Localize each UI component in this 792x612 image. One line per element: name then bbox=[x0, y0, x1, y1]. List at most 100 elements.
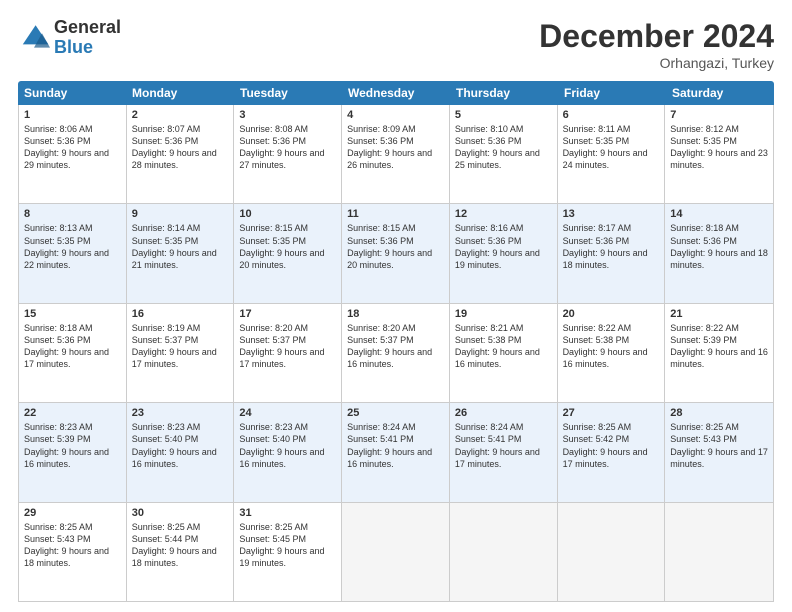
cell-info: Sunrise: 8:19 AM Sunset: 5:37 PM Dayligh… bbox=[132, 322, 229, 371]
cell-info: Sunrise: 8:08 AM Sunset: 5:36 PM Dayligh… bbox=[239, 123, 336, 172]
calendar-week: 1Sunrise: 8:06 AM Sunset: 5:36 PM Daylig… bbox=[19, 105, 773, 204]
day-number: 21 bbox=[670, 308, 768, 320]
day-number: 30 bbox=[132, 507, 229, 519]
calendar-cell bbox=[665, 503, 773, 601]
cell-info: Sunrise: 8:10 AM Sunset: 5:36 PM Dayligh… bbox=[455, 123, 552, 172]
day-number: 31 bbox=[239, 507, 336, 519]
calendar-cell: 14 Sunrise: 8:18 AM Sunset: 5:36 PM Dayli… bbox=[665, 204, 773, 302]
day-number: 26 bbox=[455, 407, 552, 419]
calendar-cell: 15 Sunrise: 8:18 AM Sunset: 5:36 PM Dayli… bbox=[19, 304, 127, 402]
logo-blue: Blue bbox=[54, 38, 121, 58]
day-number: 14 bbox=[670, 208, 768, 220]
title-block: December 2024 Orhangazi, Turkey bbox=[539, 18, 774, 71]
day-number: 2 bbox=[132, 109, 229, 121]
calendar-cell: 26 Sunrise: 8:24 AM Sunset: 5:41 PM Dayli… bbox=[450, 403, 558, 501]
calendar-header-cell: Saturday bbox=[666, 81, 774, 105]
header: General Blue December 2024 Orhangazi, Tu… bbox=[18, 18, 774, 71]
calendar-cell: 2 Sunrise: 8:07 AM Sunset: 5:36 PM Daylig… bbox=[127, 105, 235, 203]
logo: General Blue bbox=[18, 18, 121, 58]
calendar-body: 1Sunrise: 8:06 AM Sunset: 5:36 PM Daylig… bbox=[18, 105, 774, 602]
calendar-cell: 6 Sunrise: 8:11 AM Sunset: 5:35 PM Daylig… bbox=[558, 105, 666, 203]
calendar-cell: 3 Sunrise: 8:08 AM Sunset: 5:36 PM Daylig… bbox=[234, 105, 342, 203]
day-number: 5 bbox=[455, 109, 552, 121]
page: General Blue December 2024 Orhangazi, Tu… bbox=[0, 0, 792, 612]
day-number: 22 bbox=[24, 407, 121, 419]
calendar-cell: 20Sunrise: 8:22 AM Sunset: 5:38 PM Dayli… bbox=[558, 304, 666, 402]
calendar-cell: 28 Sunrise: 8:25 AM Sunset: 5:43 PM Dayli… bbox=[665, 403, 773, 501]
calendar-cell: 27Sunrise: 8:25 AM Sunset: 5:42 PM Dayli… bbox=[558, 403, 666, 501]
main-title: December 2024 bbox=[539, 18, 774, 55]
calendar-header-cell: Tuesday bbox=[234, 81, 342, 105]
day-number: 13 bbox=[563, 208, 660, 220]
calendar-week: 15 Sunrise: 8:18 AM Sunset: 5:36 PM Dayli… bbox=[19, 304, 773, 403]
cell-info: Sunrise: 8:23 AM Sunset: 5:40 PM Dayligh… bbox=[239, 421, 336, 470]
calendar-header-cell: Sunday bbox=[18, 81, 126, 105]
cell-info: Sunrise: 8:24 AM Sunset: 5:41 PM Dayligh… bbox=[455, 421, 552, 470]
calendar-header-cell: Monday bbox=[126, 81, 234, 105]
subtitle: Orhangazi, Turkey bbox=[539, 55, 774, 71]
cell-info: Sunrise: 8:23 AM Sunset: 5:40 PM Dayligh… bbox=[132, 421, 229, 470]
cell-info: Sunrise: 8:16 AM Sunset: 5:36 PM Dayligh… bbox=[455, 222, 552, 271]
calendar-cell: 7 Sunrise: 8:12 AM Sunset: 5:35 PM Daylig… bbox=[665, 105, 773, 203]
cell-info: Sunrise: 8:25 AM Sunset: 5:43 PM Dayligh… bbox=[670, 421, 768, 470]
day-number: 28 bbox=[670, 407, 768, 419]
cell-info: Sunrise: 8:07 AM Sunset: 5:36 PM Dayligh… bbox=[132, 123, 229, 172]
calendar-week: 8 Sunrise: 8:13 AM Sunset: 5:35 PM Daylig… bbox=[19, 204, 773, 303]
calendar-header-cell: Thursday bbox=[450, 81, 558, 105]
cell-info: Sunrise: 8:11 AM Sunset: 5:35 PM Dayligh… bbox=[563, 123, 660, 172]
cell-info: Sunrise: 8:25 AM Sunset: 5:45 PM Dayligh… bbox=[239, 521, 336, 570]
calendar-cell: 5 Sunrise: 8:10 AM Sunset: 5:36 PM Daylig… bbox=[450, 105, 558, 203]
calendar-cell: 10 Sunrise: 8:15 AM Sunset: 5:35 PM Dayli… bbox=[234, 204, 342, 302]
day-number: 12 bbox=[455, 208, 552, 220]
logo-general: General bbox=[54, 18, 121, 38]
calendar-cell: 31 Sunrise: 8:25 AM Sunset: 5:45 PM Dayli… bbox=[234, 503, 342, 601]
calendar-cell bbox=[342, 503, 450, 601]
day-number: 24 bbox=[239, 407, 336, 419]
day-number: 15 bbox=[24, 308, 121, 320]
day-number: 7 bbox=[670, 109, 768, 121]
day-number: 3 bbox=[239, 109, 336, 121]
day-number: 20 bbox=[563, 308, 660, 320]
calendar-cell: 22 Sunrise: 8:23 AM Sunset: 5:39 PM Dayli… bbox=[19, 403, 127, 501]
cell-info: Sunrise: 8:17 AM Sunset: 5:36 PM Dayligh… bbox=[563, 222, 660, 271]
cell-info: Sunrise: 8:12 AM Sunset: 5:35 PM Dayligh… bbox=[670, 123, 768, 172]
calendar-cell: 16Sunrise: 8:19 AM Sunset: 5:37 PM Dayli… bbox=[127, 304, 235, 402]
calendar-cell bbox=[450, 503, 558, 601]
day-number: 25 bbox=[347, 407, 444, 419]
calendar: SundayMondayTuesdayWednesdayThursdayFrid… bbox=[18, 81, 774, 602]
calendar-cell bbox=[558, 503, 666, 601]
cell-info: Sunrise: 8:18 AM Sunset: 5:36 PM Dayligh… bbox=[670, 222, 768, 271]
day-number: 8 bbox=[24, 208, 121, 220]
calendar-week: 22 Sunrise: 8:23 AM Sunset: 5:39 PM Dayli… bbox=[19, 403, 773, 502]
day-number: 18 bbox=[347, 308, 444, 320]
cell-info: Sunrise: 8:09 AM Sunset: 5:36 PM Dayligh… bbox=[347, 123, 444, 172]
calendar-cell: 23 Sunrise: 8:23 AM Sunset: 5:40 PM Dayli… bbox=[127, 403, 235, 501]
day-number: 9 bbox=[132, 208, 229, 220]
cell-info: Sunrise: 8:23 AM Sunset: 5:39 PM Dayligh… bbox=[24, 421, 121, 470]
calendar-cell: 9 Sunrise: 8:14 AM Sunset: 5:35 PM Daylig… bbox=[127, 204, 235, 302]
day-number: 10 bbox=[239, 208, 336, 220]
day-number: 19 bbox=[455, 308, 552, 320]
cell-info: Sunrise: 8:25 AM Sunset: 5:43 PM Dayligh… bbox=[24, 521, 121, 570]
cell-info: Sunrise: 8:06 AM Sunset: 5:36 PM Dayligh… bbox=[24, 123, 121, 172]
calendar-cell: 29Sunrise: 8:25 AM Sunset: 5:43 PM Dayli… bbox=[19, 503, 127, 601]
cell-info: Sunrise: 8:15 AM Sunset: 5:35 PM Dayligh… bbox=[239, 222, 336, 271]
day-number: 17 bbox=[239, 308, 336, 320]
cell-info: Sunrise: 8:22 AM Sunset: 5:39 PM Dayligh… bbox=[670, 322, 768, 371]
cell-info: Sunrise: 8:20 AM Sunset: 5:37 PM Dayligh… bbox=[347, 322, 444, 371]
day-number: 6 bbox=[563, 109, 660, 121]
cell-info: Sunrise: 8:13 AM Sunset: 5:35 PM Dayligh… bbox=[24, 222, 121, 271]
calendar-cell: 18 Sunrise: 8:20 AM Sunset: 5:37 PM Dayli… bbox=[342, 304, 450, 402]
day-number: 23 bbox=[132, 407, 229, 419]
cell-info: Sunrise: 8:15 AM Sunset: 5:36 PM Dayligh… bbox=[347, 222, 444, 271]
logo-icon bbox=[18, 22, 50, 54]
cell-info: Sunrise: 8:14 AM Sunset: 5:35 PM Dayligh… bbox=[132, 222, 229, 271]
calendar-cell: 25Sunrise: 8:24 AM Sunset: 5:41 PM Dayli… bbox=[342, 403, 450, 501]
cell-info: Sunrise: 8:18 AM Sunset: 5:36 PM Dayligh… bbox=[24, 322, 121, 371]
calendar-cell: 1Sunrise: 8:06 AM Sunset: 5:36 PM Daylig… bbox=[19, 105, 127, 203]
calendar-cell: 13 Sunrise: 8:17 AM Sunset: 5:36 PM Dayli… bbox=[558, 204, 666, 302]
cell-info: Sunrise: 8:25 AM Sunset: 5:44 PM Dayligh… bbox=[132, 521, 229, 570]
calendar-cell: 8 Sunrise: 8:13 AM Sunset: 5:35 PM Daylig… bbox=[19, 204, 127, 302]
calendar-cell: 11Sunrise: 8:15 AM Sunset: 5:36 PM Dayli… bbox=[342, 204, 450, 302]
calendar-cell: 30 Sunrise: 8:25 AM Sunset: 5:44 PM Dayli… bbox=[127, 503, 235, 601]
